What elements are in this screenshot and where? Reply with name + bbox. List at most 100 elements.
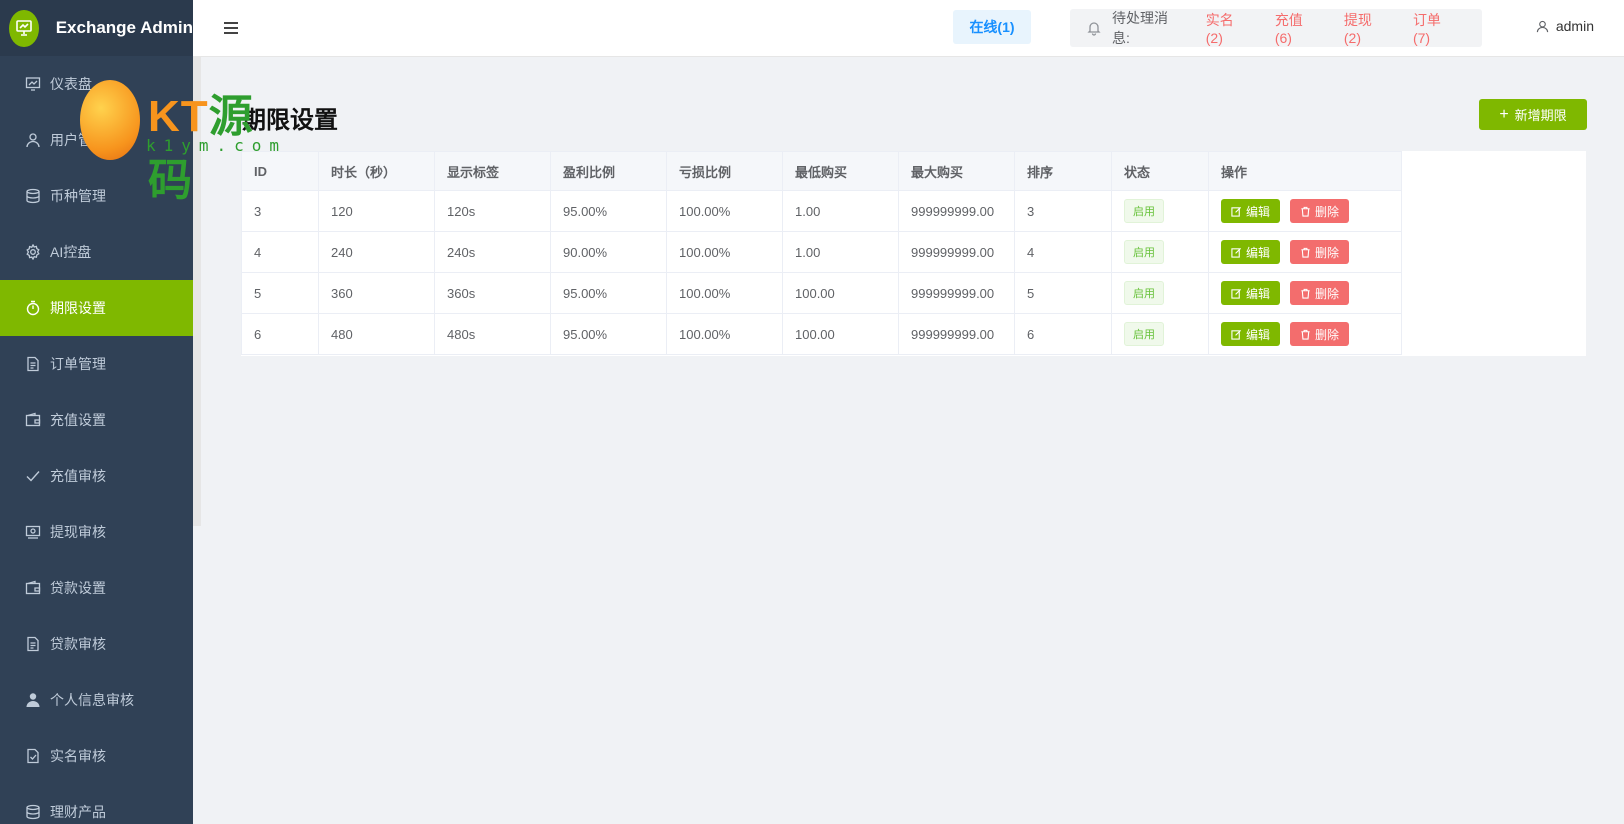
table-cell: 5 <box>241 272 319 314</box>
table-cell: 999999999.00 <box>898 231 1015 273</box>
sidebar-item-label: 币种管理 <box>50 188 106 204</box>
document-icon <box>24 635 42 653</box>
sidebar-item-0[interactable]: 仪表盘 <box>0 56 193 112</box>
sidebar-item-2[interactable]: 币种管理 <box>0 168 193 224</box>
column-header: 排序 <box>1014 151 1112 191</box>
table-row: 3 120 120s 95.00% 100.00% 1.00 999999999.00 3 启用… <box>241 190 1402 232</box>
edit-icon <box>1231 206 1242 217</box>
sidebar-item-5[interactable]: 订单管理 <box>0 336 193 392</box>
online-count-button[interactable]: 在线(1) <box>953 10 1031 44</box>
pending-recharge-link[interactable]: 充值(6) <box>1275 10 1320 46</box>
database-icon <box>24 803 42 821</box>
table-cell: 480s <box>434 313 551 355</box>
edit-button[interactable]: 编辑 <box>1221 199 1281 223</box>
table-cell: 5 <box>1014 272 1112 314</box>
top-header: 在线(1) 待处理消息: 实名(2) 充值(6) 提现(2) 订单(7) adm… <box>193 0 1624 57</box>
table-cell: 1.00 <box>782 231 899 273</box>
status-cell: 启用 <box>1111 272 1209 314</box>
edit-label: 编辑 <box>1246 204 1271 219</box>
edit-button[interactable]: 编辑 <box>1221 240 1281 264</box>
column-header: 最低购买 <box>782 151 899 191</box>
status-cell: 启用 <box>1111 231 1209 273</box>
table-cell: 100.00% <box>666 313 783 355</box>
pending-label: 待处理消息: <box>1111 10 1168 46</box>
sidebar-item-label: 贷款审核 <box>50 636 106 652</box>
sidebar-item-label: 理财产品 <box>50 804 106 820</box>
sidebar-menu: 仪表盘用户管理币种管理 AI控盘期限设置订单管理充值设置充值审核提现审核贷款设置贷… <box>0 56 193 824</box>
menu-toggle-icon[interactable] <box>221 18 241 38</box>
sidebar-item-label: 提现审核 <box>50 524 106 540</box>
sidebar-item-label: 期限设置 <box>50 300 106 316</box>
sidebar-item-12[interactable]: 实名审核 <box>0 728 193 784</box>
delete-button[interactable]: 删除 <box>1290 240 1350 264</box>
edit-button[interactable]: 编辑 <box>1221 281 1281 305</box>
table-card: ID 时长（秒） 显示标签 盈利比例 亏损比例 最低购买 最大购买 排序 状态 操作 3 120 12… <box>241 151 1586 356</box>
edit-icon <box>1231 329 1242 340</box>
sidebar-item-11[interactable]: 个人信息审核 <box>0 672 193 728</box>
document-check-icon <box>24 747 42 765</box>
presentation-icon <box>9 9 39 47</box>
actions-cell: 编辑 删除 <box>1208 190 1402 232</box>
pending-order-link[interactable]: 订单(7) <box>1413 10 1458 46</box>
delete-button[interactable]: 删除 <box>1290 281 1350 305</box>
sidebar-item-3[interactable]: AI控盘 <box>0 224 193 280</box>
sidebar-item-8[interactable]: 提现审核 <box>0 504 193 560</box>
status-badge: 启用 <box>1124 281 1164 305</box>
edit-label: 编辑 <box>1246 327 1271 342</box>
pending-realname-link[interactable]: 实名(2) <box>1206 10 1251 46</box>
table-cell: 999999999.00 <box>898 313 1015 355</box>
column-header: 亏损比例 <box>666 151 783 191</box>
column-header: 盈利比例 <box>550 151 667 191</box>
column-header: 状态 <box>1111 151 1209 191</box>
status-cell: 启用 <box>1111 190 1209 232</box>
sidebar-item-10[interactable]: 贷款审核 <box>0 616 193 672</box>
table-cell: 90.00% <box>550 231 667 273</box>
user-menu[interactable]: admin <box>1536 18 1594 34</box>
sidebar-item-label: 个人信息审核 <box>50 692 134 708</box>
trash-icon <box>1301 288 1310 299</box>
database-icon <box>24 187 42 205</box>
actions-cell: 编辑 删除 <box>1208 231 1402 273</box>
delete-button[interactable]: 删除 <box>1290 322 1350 346</box>
delete-label: 删除 <box>1315 245 1340 260</box>
status-badge: 启用 <box>1124 322 1164 346</box>
sidebar-item-7[interactable]: 充值审核 <box>0 448 193 504</box>
sidebar-scrollbar[interactable] <box>193 56 201 526</box>
delete-label: 删除 <box>1315 286 1340 301</box>
sidebar-item-1[interactable]: 用户管理 <box>0 112 193 168</box>
sidebar-item-6[interactable]: 充值设置 <box>0 392 193 448</box>
sidebar-item-label: 充值审核 <box>50 468 106 484</box>
sidebar: Exchange Admin 仪表盘 用户管理 币种管理 AI控盘 期限设置 订单管理 充值… <box>0 0 193 824</box>
add-period-label: 新增期限 <box>1514 108 1567 123</box>
table-cell: 360 <box>318 272 435 314</box>
table-cell: 999999999.00 <box>898 190 1015 232</box>
table-cell: 4 <box>241 231 319 273</box>
edit-button[interactable]: 编辑 <box>1221 322 1281 346</box>
page-title: 期限设置 <box>242 107 338 134</box>
table-cell: 240s <box>434 231 551 273</box>
sidebar-item-4[interactable]: 期限设置 <box>0 280 193 336</box>
add-period-button[interactable]: + 新增期限 <box>1479 99 1587 130</box>
sidebar-item-label: 贷款设置 <box>50 580 106 596</box>
trash-icon <box>1301 206 1310 217</box>
delete-button[interactable]: 删除 <box>1290 199 1350 223</box>
table-cell: 4 <box>1014 231 1112 273</box>
cash-icon <box>24 523 42 541</box>
table-cell: 240 <box>318 231 435 273</box>
actions-cell: 编辑 删除 <box>1208 272 1402 314</box>
sidebar-item-label: 用户管理 <box>50 132 106 148</box>
check-icon <box>24 467 42 485</box>
column-header: 最大购买 <box>898 151 1015 191</box>
trash-icon <box>1301 247 1310 258</box>
table-cell: 3 <box>1014 190 1112 232</box>
wallet-icon <box>24 579 42 597</box>
wallet-icon <box>24 411 42 429</box>
document-icon <box>24 355 42 373</box>
pending-withdraw-link[interactable]: 提现(2) <box>1344 10 1389 46</box>
periods-table: ID 时长（秒） 显示标签 盈利比例 亏损比例 最低购买 最大购买 排序 状态 操作 3 120 12… <box>241 151 1402 355</box>
sidebar-item-13[interactable]: 理财产品 <box>0 784 193 824</box>
user-icon <box>24 131 42 149</box>
sidebar-item-9[interactable]: 贷款设置 <box>0 560 193 616</box>
sidebar-item-label: 充值设置 <box>50 412 106 428</box>
edit-icon <box>1231 288 1242 299</box>
